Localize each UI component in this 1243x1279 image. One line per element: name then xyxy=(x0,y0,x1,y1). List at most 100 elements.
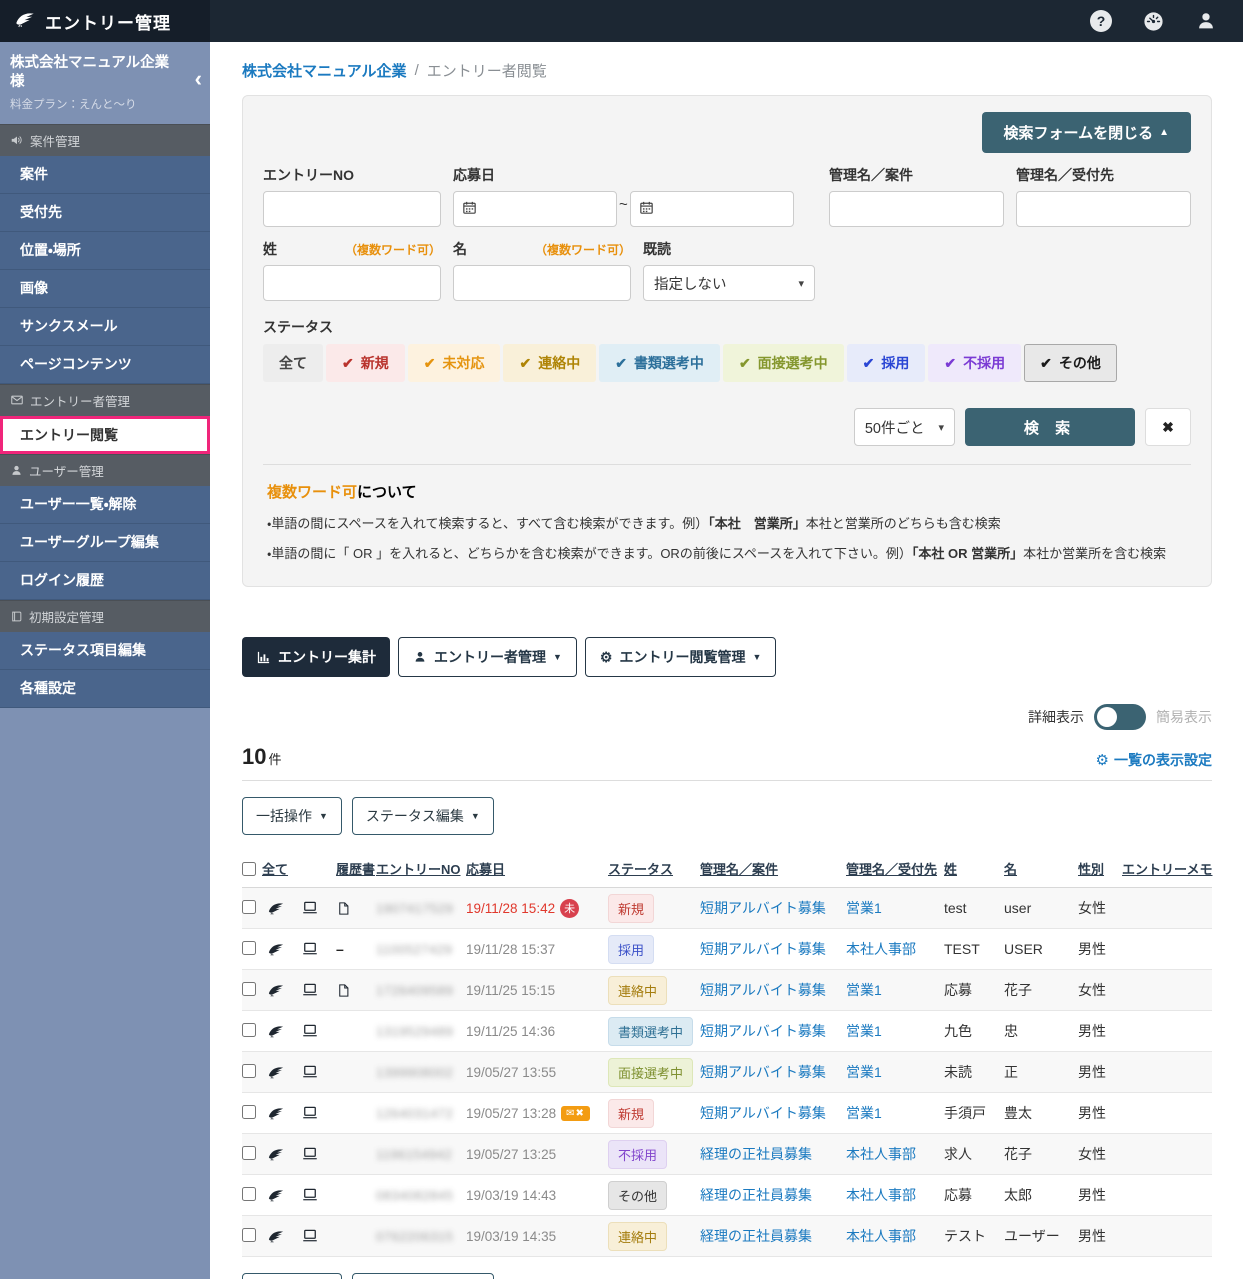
entry-detail-bird-icon[interactable] xyxy=(266,1227,300,1245)
pc-entry-icon[interactable] xyxy=(300,1063,336,1081)
row-checkbox[interactable] xyxy=(242,982,256,996)
pc-entry-icon[interactable] xyxy=(300,1104,336,1122)
entrant-management-button[interactable]: エントリー者管理 ▼ xyxy=(398,637,577,677)
sidebar-item[interactable]: エントリー閲覧 xyxy=(0,416,210,454)
row-checkbox[interactable] xyxy=(242,1105,256,1119)
pc-entry-icon[interactable] xyxy=(300,899,336,917)
resume-icon[interactable] xyxy=(336,900,376,917)
reception-link[interactable]: 営業1 xyxy=(846,1023,882,1039)
status-filter-button[interactable]: 全て xyxy=(263,344,323,382)
sidebar-collapse-icon[interactable]: ‹ xyxy=(195,68,202,90)
entry-aggregate-button[interactable]: エントリー集計 xyxy=(242,637,390,677)
reception-link[interactable]: 営業1 xyxy=(846,1105,882,1121)
user-account-icon[interactable] xyxy=(1195,10,1217,32)
reception-link[interactable]: 営業1 xyxy=(846,900,882,916)
bulk-action-button-bottom[interactable]: 一括操作▼ xyxy=(242,1273,342,1279)
case-link[interactable]: 短期アルバイト募集 xyxy=(700,982,826,998)
pc-entry-icon[interactable] xyxy=(300,1022,336,1040)
help-icon[interactable]: ? xyxy=(1090,10,1112,32)
entry-no-input[interactable] xyxy=(263,191,441,227)
status-filter-button[interactable]: ✔その他 xyxy=(1024,344,1117,382)
case-name-input[interactable] xyxy=(829,191,1004,227)
entry-detail-bird-icon[interactable] xyxy=(266,1145,300,1163)
entry-detail-bird-icon[interactable] xyxy=(266,1063,300,1081)
list-display-settings-link[interactable]: ⚙ 一覧の表示設定 xyxy=(1096,750,1212,770)
sei-input[interactable] xyxy=(263,265,441,301)
sidebar-item[interactable]: ログイン履歴 xyxy=(0,562,210,600)
header-entry-no[interactable]: エントリーNO xyxy=(376,859,466,878)
sidebar-item[interactable]: ユーザーグループ編集 xyxy=(0,524,210,562)
case-link[interactable]: 短期アルバイト募集 xyxy=(700,1064,826,1080)
sidebar-item[interactable]: 受付先 xyxy=(0,194,210,232)
case-link[interactable]: 経理の正社員募集 xyxy=(700,1146,812,1162)
clear-search-button[interactable]: ✖ xyxy=(1145,408,1191,446)
close-search-form-button[interactable]: 検索フォームを閉じる ▲ xyxy=(982,112,1191,153)
entry-detail-bird-icon[interactable] xyxy=(266,1186,300,1204)
header-gender[interactable]: 性別 xyxy=(1078,859,1122,878)
resume-icon[interactable] xyxy=(336,982,376,999)
entry-detail-bird-icon[interactable] xyxy=(266,981,300,999)
reception-link[interactable]: 営業1 xyxy=(846,982,882,998)
header-resume[interactable]: 履歴書 xyxy=(336,859,376,878)
entry-view-management-button[interactable]: ⚙ エントリー閲覧管理 ▼ xyxy=(585,637,776,677)
app-logo[interactable]: エントリー管理 xyxy=(0,0,210,42)
header-mei[interactable]: 名 xyxy=(1004,859,1078,878)
row-checkbox[interactable] xyxy=(242,1064,256,1078)
row-checkbox[interactable] xyxy=(242,1146,256,1160)
case-link[interactable]: 経理の正社員募集 xyxy=(700,1187,812,1203)
status-filter-button[interactable]: ✔新規 xyxy=(326,344,405,382)
sidebar-item[interactable]: 案件 xyxy=(0,156,210,194)
row-checkbox[interactable] xyxy=(242,941,256,955)
status-edit-button[interactable]: ステータス編集▼ xyxy=(352,797,494,835)
header-memo[interactable]: エントリーメモ xyxy=(1122,859,1212,878)
view-mode-toggle[interactable] xyxy=(1094,704,1146,730)
pc-entry-icon[interactable] xyxy=(300,1145,336,1163)
entry-detail-bird-icon[interactable] xyxy=(266,940,300,958)
row-checkbox[interactable] xyxy=(242,1023,256,1037)
per-page-select[interactable]: 50件ごと ▾ xyxy=(854,408,955,446)
entry-detail-bird-icon[interactable] xyxy=(266,1104,300,1122)
sidebar-item[interactable]: 各種設定 xyxy=(0,670,210,708)
status-edit-button-bottom[interactable]: ステータス編集▼ xyxy=(352,1273,494,1279)
reception-link[interactable]: 本社人事部 xyxy=(846,1146,916,1162)
case-link[interactable]: 短期アルバイト募集 xyxy=(700,1023,826,1039)
breadcrumb-company-link[interactable]: 株式会社マニュアル企業 xyxy=(242,60,407,81)
sidebar-item[interactable]: ページコンテンツ xyxy=(0,346,210,384)
row-checkbox[interactable] xyxy=(242,1187,256,1201)
case-link[interactable]: 短期アルバイト募集 xyxy=(700,900,826,916)
status-filter-button[interactable]: ✔採用 xyxy=(847,344,926,382)
case-link[interactable]: 経理の正社員募集 xyxy=(700,1228,812,1244)
dashboard-gauge-icon[interactable] xyxy=(1142,10,1165,33)
reception-link[interactable]: 本社人事部 xyxy=(846,1228,916,1244)
entry-detail-bird-icon[interactable] xyxy=(266,1022,300,1040)
select-all-checkbox[interactable] xyxy=(242,862,256,876)
sidebar-item[interactable]: ステータス項目編集 xyxy=(0,632,210,670)
sidebar-item[interactable]: サンクスメール xyxy=(0,308,210,346)
case-link[interactable]: 短期アルバイト募集 xyxy=(700,1105,826,1121)
reception-link[interactable]: 営業1 xyxy=(846,1064,882,1080)
entry-detail-bird-icon[interactable] xyxy=(266,899,300,917)
sidebar-item[interactable]: 位置・場所 xyxy=(0,232,210,270)
header-reception[interactable]: 管理名／受付先 xyxy=(846,859,944,878)
mei-input[interactable] xyxy=(453,265,631,301)
status-filter-button[interactable]: ✔面接選考中 xyxy=(723,344,844,382)
header-sei[interactable]: 姓 xyxy=(944,859,1004,878)
reception-link[interactable]: 本社人事部 xyxy=(846,941,916,957)
header-apply-date[interactable]: 応募日 xyxy=(466,859,608,878)
pc-entry-icon[interactable] xyxy=(300,1186,336,1204)
reception-link[interactable]: 本社人事部 xyxy=(846,1187,916,1203)
sidebar-item[interactable]: ユーザー一覧・解除 xyxy=(0,486,210,524)
row-checkbox[interactable] xyxy=(242,1228,256,1242)
status-filter-button[interactable]: ✔未対応 xyxy=(408,344,501,382)
read-status-select[interactable]: 指定しない ▾ xyxy=(643,265,815,301)
search-button[interactable]: 検 索 xyxy=(965,408,1135,446)
row-checkbox[interactable] xyxy=(242,900,256,914)
header-case[interactable]: 管理名／案件 xyxy=(700,859,846,878)
status-filter-button[interactable]: ✔不採用 xyxy=(928,344,1021,382)
case-link[interactable]: 短期アルバイト募集 xyxy=(700,941,826,957)
status-filter-button[interactable]: ✔書類選考中 xyxy=(599,344,720,382)
pc-entry-icon[interactable] xyxy=(300,940,336,958)
pc-entry-icon[interactable] xyxy=(300,1227,336,1245)
bulk-action-button[interactable]: 一括操作▼ xyxy=(242,797,342,835)
reception-name-input[interactable] xyxy=(1016,191,1191,227)
